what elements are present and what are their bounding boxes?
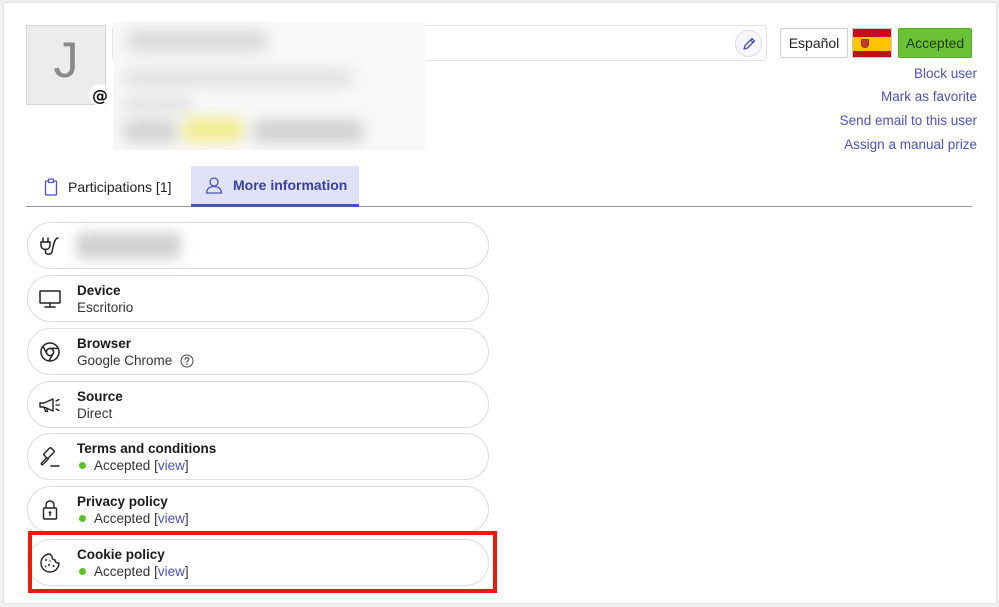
privacy-row: Privacy policy Accepted [view]	[27, 486, 489, 533]
privacy-view-link[interactable]: view	[158, 511, 185, 526]
megaphone-icon	[38, 393, 62, 417]
tab-participations-label: Participations [1]	[68, 178, 172, 195]
at-badge-icon: @	[89, 84, 111, 106]
avatar: J @	[26, 25, 111, 106]
blurred-connection-value	[76, 232, 181, 259]
monitor-icon	[38, 287, 62, 311]
block-user-link[interactable]: Block user	[914, 66, 977, 81]
status-accepted-button[interactable]: Accepted	[898, 28, 972, 58]
connection-row	[27, 222, 489, 269]
source-value: Direct	[77, 406, 113, 421]
terms-status-line: Accepted [view]	[77, 458, 189, 473]
device-row: Device Escritorio	[27, 275, 489, 322]
privacy-status: Accepted	[94, 511, 151, 526]
browser-value: Google Chrome	[77, 353, 173, 368]
tab-participations[interactable]: Participations [1]	[44, 166, 192, 207]
device-title: Device	[77, 283, 121, 298]
terms-view-link[interactable]: view	[158, 458, 185, 473]
terms-row: Terms and conditions Accepted [view]	[27, 433, 489, 480]
tab-bar: Participations [1] More information	[26, 166, 972, 207]
browser-value-line: Google Chrome	[77, 353, 194, 368]
browser-title: Browser	[77, 336, 132, 351]
plug-icon	[38, 234, 62, 258]
help-icon[interactable]	[180, 354, 194, 368]
privacy-status-line: Accepted [view]	[77, 511, 189, 526]
device-value: Escritorio	[77, 300, 134, 315]
accepted-dot	[79, 515, 86, 522]
language-button[interactable]: Español	[780, 28, 848, 58]
terms-status: Accepted	[94, 458, 151, 473]
blurred-user-details	[113, 22, 425, 150]
spain-flag-icon[interactable]	[852, 28, 892, 58]
assign-prize-link[interactable]: Assign a manual prize	[844, 137, 977, 152]
accepted-dot	[79, 462, 86, 469]
browser-row: Browser Google Chrome	[27, 328, 489, 375]
privacy-title: Privacy policy	[77, 494, 168, 509]
chrome-icon	[38, 340, 62, 364]
mark-favorite-link[interactable]: Mark as favorite	[881, 89, 977, 104]
clipboard-icon	[44, 177, 58, 196]
source-title: Source	[77, 389, 123, 404]
tab-more-information[interactable]: More information	[191, 166, 359, 207]
lock-icon	[38, 498, 62, 522]
edit-button[interactable]	[735, 30, 762, 57]
gavel-icon	[38, 445, 62, 469]
avatar-letter: J	[53, 32, 79, 88]
terms-title: Terms and conditions	[77, 441, 217, 456]
pencil-icon	[742, 37, 755, 50]
source-row: Source Direct	[27, 381, 489, 428]
tab-more-information-label: More information	[233, 177, 348, 193]
highlight-box	[28, 531, 497, 593]
user-icon	[205, 176, 223, 194]
send-email-link[interactable]: Send email to this user	[840, 113, 977, 128]
